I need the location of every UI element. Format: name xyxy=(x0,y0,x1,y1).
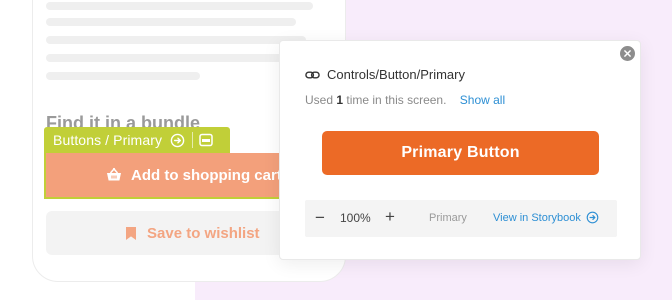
close-icon xyxy=(624,50,631,57)
close-button[interactable] xyxy=(620,46,635,61)
component-tag-label: Buttons / Primary xyxy=(53,132,163,148)
usage-count: 1 xyxy=(336,93,344,107)
component-path-text: Controls/Button/Primary xyxy=(327,67,465,82)
skeleton-line xyxy=(46,2,313,10)
variant-label: Primary xyxy=(429,212,467,224)
skeleton-line xyxy=(46,36,306,44)
cart-icon xyxy=(106,167,122,183)
zoom-out-button[interactable]: − xyxy=(315,208,325,228)
usage-prefix: Used xyxy=(305,93,334,107)
zoom-in-button[interactable]: + xyxy=(385,207,395,227)
arrow-right-circle-icon xyxy=(586,211,599,224)
component-path: Controls/Button/Primary xyxy=(305,67,465,82)
tag-divider xyxy=(192,132,194,148)
skeleton-line xyxy=(46,18,296,26)
skeleton-line xyxy=(46,54,308,62)
primary-button-preview[interactable]: Primary Button xyxy=(322,131,599,175)
component-info-popup: Controls/Button/Primary Used 1 time in t… xyxy=(279,40,641,260)
show-all-link[interactable]: Show all xyxy=(460,93,505,107)
skeleton-line xyxy=(46,72,200,80)
primary-button-label: Add to shopping cart xyxy=(131,166,282,184)
storybook-link-text: View in Storybook xyxy=(493,211,581,224)
usage-info: Used 1 time in this screen. Show all xyxy=(305,93,505,107)
link-icon xyxy=(305,70,320,80)
usage-suffix: time in this screen. xyxy=(346,93,447,107)
preview-toolbar: − 100% + Primary View in Storybook xyxy=(305,200,617,237)
wishlist-button-label: Save to wishlist xyxy=(147,224,260,242)
arrow-right-circle-icon[interactable] xyxy=(170,133,185,148)
component-tag[interactable]: Buttons / Primary xyxy=(44,127,230,153)
component-icon[interactable] xyxy=(199,133,213,147)
bookmark-icon xyxy=(125,226,137,241)
view-in-storybook-link[interactable]: View in Storybook xyxy=(493,211,599,224)
zoom-level: 100% xyxy=(340,211,371,225)
